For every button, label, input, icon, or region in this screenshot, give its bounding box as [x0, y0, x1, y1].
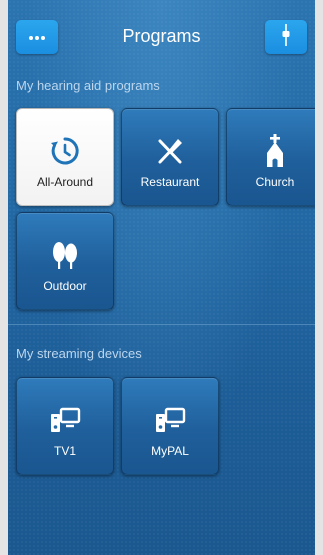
settings-button[interactable]: [265, 20, 307, 54]
program-tile-restaurant[interactable]: Restaurant: [121, 108, 219, 206]
device-label: TV1: [53, 444, 76, 458]
auto-cycle-icon: [17, 133, 113, 169]
program-label: All-Around: [36, 175, 94, 189]
fork-knife-icon: [122, 133, 218, 169]
program-label: Restaurant: [140, 175, 200, 189]
app-screen: Programs My hearing aid programs All-Aro…: [0, 0, 323, 555]
streaming-tile-mypal[interactable]: MyPAL: [121, 377, 219, 475]
right-edge: [315, 0, 323, 555]
header-bar: Programs: [16, 20, 307, 56]
tv-streamer-icon: [17, 402, 113, 438]
program-label: Outdoor: [43, 279, 87, 293]
slider-icon: [281, 23, 291, 52]
streaming-section-label: My streaming devices: [16, 346, 142, 361]
left-edge: [0, 0, 8, 555]
streaming-tile-tv1[interactable]: TV1: [16, 377, 114, 475]
trees-icon: [17, 237, 113, 273]
device-label: MyPAL: [151, 444, 189, 458]
program-label: Church: [255, 175, 295, 189]
program-tile-outdoor[interactable]: Outdoor: [16, 212, 114, 310]
program-tile-all-around[interactable]: All-Around: [16, 108, 114, 206]
church-icon: [227, 133, 323, 169]
section-divider: [8, 324, 315, 325]
page-title: Programs: [122, 26, 201, 46]
tv-streamer-icon: [122, 402, 218, 438]
program-tile-church[interactable]: Church: [226, 108, 323, 206]
programs-section-label: My hearing aid programs: [16, 78, 160, 93]
